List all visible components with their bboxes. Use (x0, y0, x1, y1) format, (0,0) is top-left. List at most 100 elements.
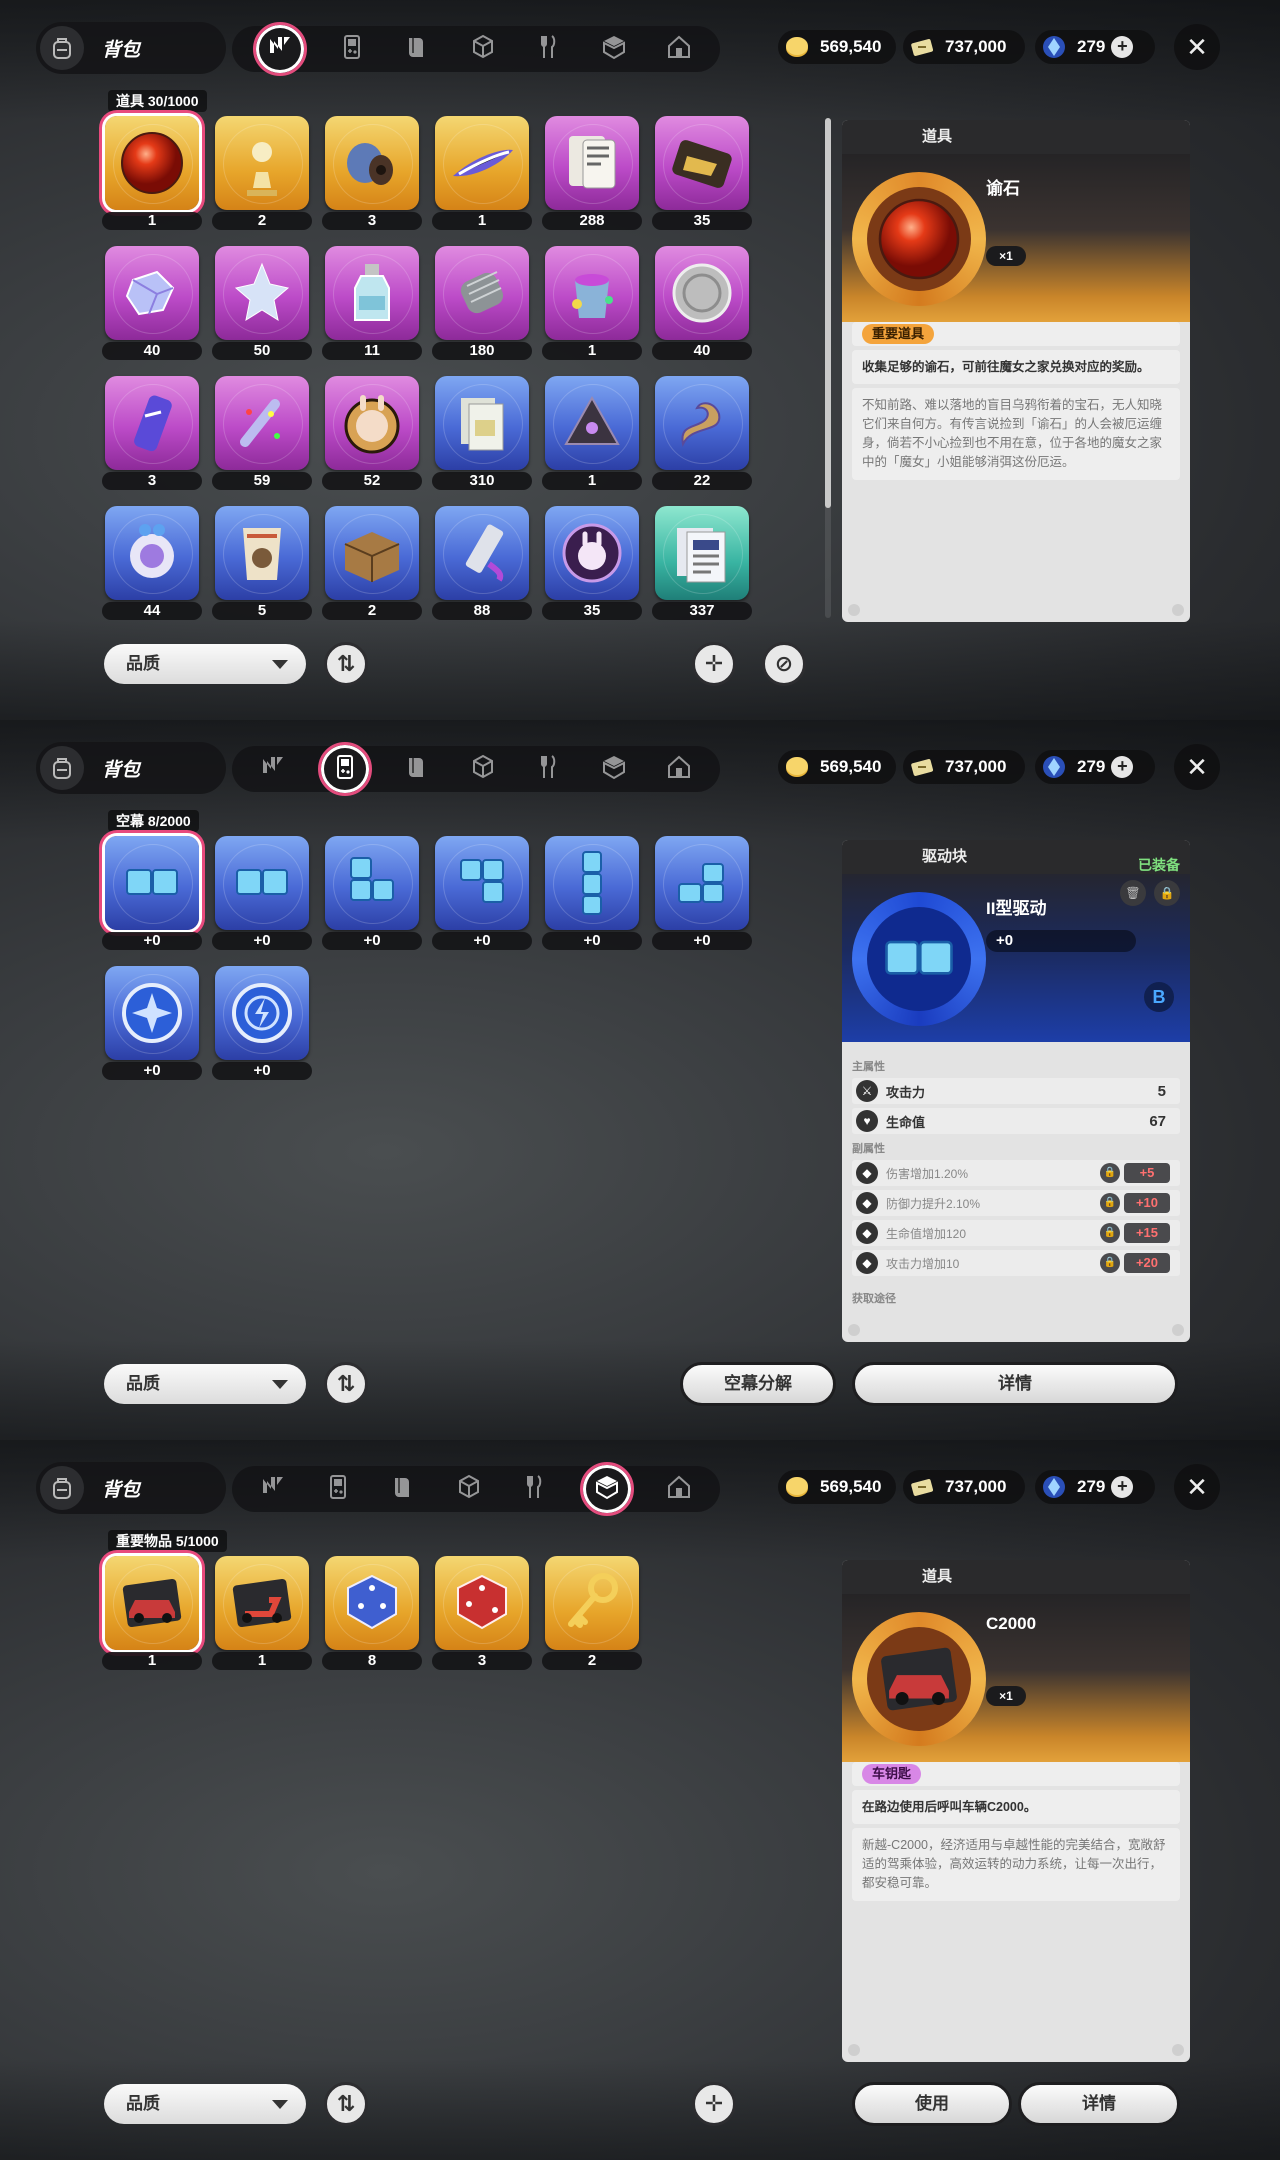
inventory-item[interactable]: 3 (432, 1556, 532, 1670)
item-card[interactable] (215, 506, 309, 600)
inventory-item[interactable]: 44 (102, 506, 202, 620)
inventory-item[interactable]: 1 (212, 1556, 312, 1670)
item-card[interactable] (105, 836, 199, 930)
item-card[interactable] (105, 506, 199, 600)
item-card[interactable] (655, 376, 749, 470)
item-card[interactable] (105, 116, 199, 210)
inventory-item[interactable]: +0 (212, 836, 312, 950)
item-card[interactable] (215, 1556, 309, 1650)
inventory-item[interactable]: 2 (212, 116, 312, 230)
tab-gameboy[interactable] (332, 29, 372, 69)
inventory-item[interactable]: 40 (102, 246, 202, 360)
item-card[interactable] (105, 376, 199, 470)
inventory-item[interactable]: 35 (542, 506, 642, 620)
tab-fork-knife[interactable] (528, 749, 568, 789)
inventory-item[interactable]: 2 (322, 506, 422, 620)
inventory-item[interactable]: +0 (212, 966, 312, 1080)
item-card[interactable] (435, 1556, 529, 1650)
inventory-item[interactable]: 1 (542, 246, 642, 360)
tab-house[interactable] (659, 749, 699, 789)
inventory-item[interactable]: 337 (652, 506, 752, 620)
decompose-button[interactable]: 空幕分解 (680, 1362, 836, 1406)
item-card[interactable] (545, 1556, 639, 1650)
item-card[interactable] (215, 116, 309, 210)
tab-cube[interactable] (463, 29, 503, 69)
item-card[interactable] (215, 836, 309, 930)
crosshair-button[interactable]: ✛ (692, 2082, 736, 2126)
tab-fork-knife[interactable] (528, 29, 568, 69)
item-card[interactable] (105, 1556, 199, 1650)
inventory-item[interactable]: 1 (102, 1556, 202, 1670)
item-card[interactable] (105, 966, 199, 1060)
item-card[interactable] (325, 116, 419, 210)
sort-dropdown[interactable]: 品质 (104, 644, 306, 684)
tab-cube[interactable] (449, 1469, 489, 1509)
tab-n-logo[interactable] (253, 1469, 293, 1509)
item-card[interactable] (435, 376, 529, 470)
ban-filter-button[interactable]: ⊘ (762, 642, 806, 686)
inventory-item[interactable]: 22 (652, 376, 752, 490)
inventory-item[interactable]: +0 (432, 836, 532, 950)
tab-house[interactable] (659, 1469, 699, 1509)
item-card[interactable] (105, 246, 199, 340)
item-card[interactable] (435, 836, 529, 930)
item-card[interactable] (655, 246, 749, 340)
sort-dropdown[interactable]: 品质 (104, 1364, 306, 1404)
item-card[interactable] (435, 506, 529, 600)
tab-book[interactable] (398, 749, 438, 789)
item-card[interactable] (435, 116, 529, 210)
stat-lock-icon[interactable]: 🔒 (1100, 1163, 1120, 1183)
item-card[interactable] (655, 506, 749, 600)
use-button[interactable]: 使用 (852, 2082, 1012, 2126)
tab-gift-box[interactable] (594, 749, 634, 789)
add-gem-button[interactable]: + (1111, 756, 1134, 778)
stat-lock-icon[interactable]: 🔒 (1100, 1253, 1120, 1273)
item-card[interactable] (215, 246, 309, 340)
tab-gameboy[interactable] (318, 1469, 358, 1509)
item-card[interactable] (545, 506, 639, 600)
item-card[interactable] (655, 116, 749, 210)
tab-n-logo[interactable] (253, 749, 293, 789)
sort-dropdown[interactable]: 品质 (104, 2084, 306, 2124)
inventory-item[interactable]: +0 (322, 836, 422, 950)
tab-house[interactable] (659, 29, 699, 69)
stat-lock-icon[interactable]: 🔒 (1100, 1193, 1120, 1213)
tab-gameboy[interactable] (318, 742, 373, 796)
stat-lock-icon[interactable]: 🔒 (1100, 1223, 1120, 1243)
inventory-item[interactable]: 2 (542, 1556, 642, 1670)
scrollbar-thumb[interactable] (825, 118, 831, 508)
tab-fork-knife[interactable] (514, 1469, 554, 1509)
inventory-item[interactable]: 3 (322, 116, 422, 230)
tab-gift-box[interactable] (594, 29, 634, 69)
sort-order-button[interactable]: ⇅ (324, 2082, 368, 2126)
inventory-item[interactable]: 288 (542, 116, 642, 230)
inventory-item[interactable]: 88 (432, 506, 532, 620)
inventory-item[interactable]: +0 (542, 836, 642, 950)
inventory-item[interactable]: +0 (102, 836, 202, 950)
inventory-item[interactable]: 3 (102, 376, 202, 490)
item-card[interactable] (215, 966, 309, 1060)
item-card[interactable] (545, 116, 639, 210)
inventory-item[interactable]: 1 (432, 116, 532, 230)
inventory-item[interactable]: +0 (652, 836, 752, 950)
inventory-item[interactable]: 40 (652, 246, 752, 360)
sort-order-button[interactable]: ⇅ (324, 642, 368, 686)
inventory-item[interactable]: 1 (102, 116, 202, 230)
trash-icon[interactable]: 🗑 (1120, 880, 1146, 906)
crosshair-button[interactable]: ✛ (692, 642, 736, 686)
inventory-item[interactable]: 59 (212, 376, 312, 490)
inventory-item[interactable]: 5 (212, 506, 312, 620)
tab-n-logo[interactable] (252, 22, 307, 76)
item-card[interactable] (325, 1556, 419, 1650)
inventory-item[interactable]: 310 (432, 376, 532, 490)
tab-book[interactable] (398, 29, 438, 69)
details-button[interactable]: 详情 (852, 1362, 1178, 1406)
tab-gift-box[interactable] (579, 1462, 634, 1516)
close-button[interactable]: ✕ (1174, 24, 1220, 70)
inventory-item[interactable]: 52 (322, 376, 422, 490)
inventory-item[interactable]: 1 (542, 376, 642, 490)
tab-book[interactable] (384, 1469, 424, 1509)
item-card[interactable] (325, 836, 419, 930)
item-card[interactable] (435, 246, 529, 340)
sort-order-button[interactable]: ⇅ (324, 1362, 368, 1406)
